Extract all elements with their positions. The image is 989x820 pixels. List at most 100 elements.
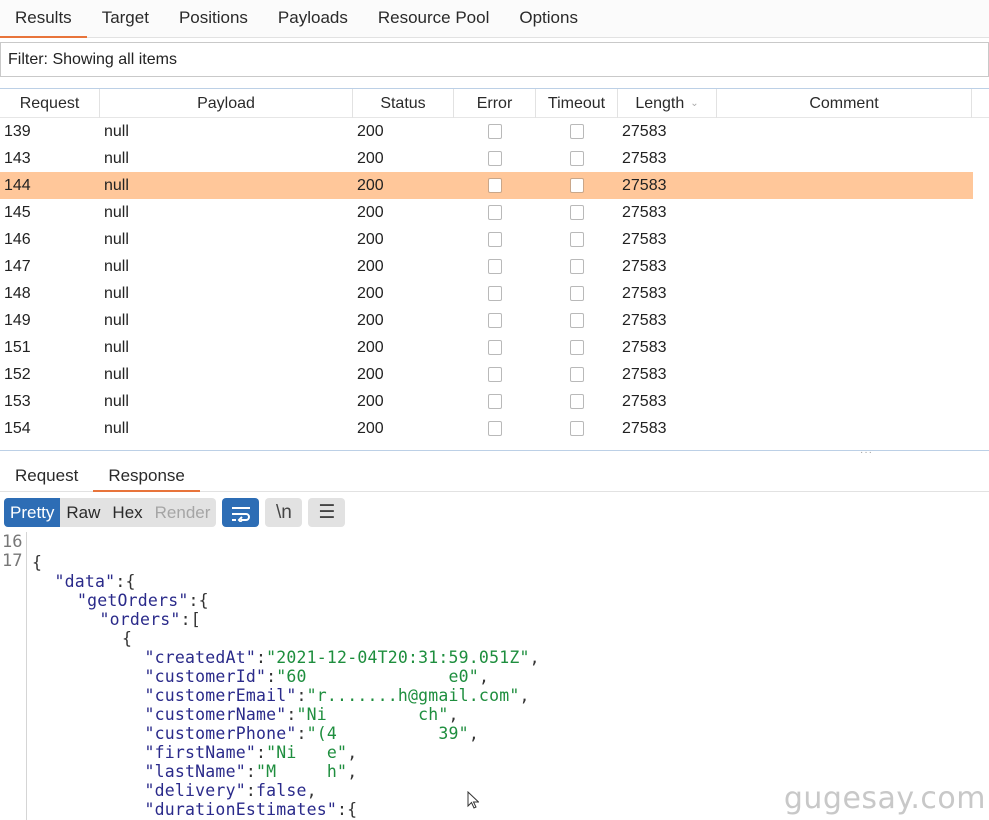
tab-results[interactable]: Results [0, 0, 87, 38]
comment-cell[interactable] [717, 307, 972, 334]
length-cell: 27583 [622, 365, 667, 383]
comment-cell[interactable] [717, 145, 972, 172]
word-wrap-button[interactable] [222, 498, 260, 527]
table-row[interactable]: 143 null 200 27583 [0, 145, 973, 172]
checkbox-icon [488, 367, 502, 382]
column-header-payload[interactable]: Payload [100, 89, 353, 118]
timeout-checkbox [536, 361, 618, 388]
table-row[interactable]: 152 null 200 27583 [0, 361, 973, 388]
splitter-handle[interactable]: ··· [860, 447, 873, 458]
status-cell: 200 [357, 284, 384, 302]
table-row[interactable]: 148 null 200 27583 [0, 280, 973, 307]
status-cell: 200 [357, 257, 384, 275]
response-editor[interactable]: 16 17 {"data":{"getOrders":{"orders":[{"… [0, 532, 989, 820]
json-tail: , [347, 743, 358, 762]
newline-toggle-button[interactable]: \n [265, 498, 303, 527]
tab-target[interactable]: Target [87, 0, 164, 37]
table-row[interactable]: 151 null 200 27583 [0, 334, 973, 361]
json-sep: : [245, 762, 256, 781]
table-row[interactable]: 144 null 200 27583 [0, 172, 973, 199]
pane-divider[interactable] [0, 450, 989, 451]
comment-cell[interactable] [717, 172, 972, 199]
payload-cell: null [104, 122, 129, 140]
render-button[interactable]: Render [149, 498, 217, 527]
error-checkbox [454, 172, 536, 199]
table-row[interactable]: 147 null 200 27583 [0, 253, 973, 280]
comment-cell[interactable] [717, 361, 972, 388]
checkbox-icon [488, 286, 502, 301]
table-row[interactable]: 153 null 200 27583 [0, 388, 973, 415]
comment-cell[interactable] [717, 415, 972, 442]
line-number-gutter [0, 532, 27, 820]
status-cell: 200 [357, 311, 384, 329]
payload-cell: null [104, 176, 129, 194]
error-checkbox [454, 388, 536, 415]
json-key: "delivery" [144, 781, 246, 800]
json-sep: : [245, 781, 256, 800]
json-sep: : [266, 667, 277, 686]
comment-cell[interactable] [717, 280, 972, 307]
length-cell: 27583 [622, 419, 667, 437]
line-number: 16 [2, 532, 23, 552]
raw-button[interactable]: Raw [60, 498, 106, 527]
payload-cell: null [104, 230, 129, 248]
column-header-timeout[interactable]: Timeout [536, 89, 618, 118]
table-row[interactable]: 149 null 200 27583 [0, 307, 973, 334]
timeout-checkbox [536, 145, 618, 172]
code-line: { [32, 553, 42, 572]
timeout-checkbox [536, 172, 618, 199]
json-key: "customerEmail" [144, 686, 297, 705]
length-cell: 27583 [622, 338, 667, 356]
request-cell: 153 [4, 392, 31, 410]
comment-cell[interactable] [717, 334, 972, 361]
column-header-request[interactable]: Request [0, 89, 100, 118]
column-header-length[interactable]: Length ⌄ [618, 89, 717, 118]
table-row[interactable]: 146 null 200 27583 [0, 226, 973, 253]
json-sep: : [286, 705, 297, 724]
column-header-status[interactable]: Status [353, 89, 454, 118]
json-tail: , [529, 648, 540, 667]
table-row[interactable]: 154 null 200 27583 [0, 415, 973, 442]
tab-resource-pool[interactable]: Resource Pool [363, 0, 505, 37]
column-header-comment[interactable]: Comment [717, 89, 972, 118]
tab-label: Payloads [277, 8, 348, 27]
comment-cell[interactable] [717, 118, 972, 145]
checkbox-icon [488, 151, 502, 166]
tab-payloads[interactable]: Payloads [263, 0, 363, 37]
code-line: "getOrders":{ [77, 591, 209, 610]
comment-cell[interactable] [717, 226, 972, 253]
filter-bar[interactable]: Filter: Showing all items [0, 42, 989, 77]
checkbox-icon [570, 394, 584, 409]
table-row[interactable]: 139 null 200 27583 [0, 118, 973, 145]
comment-cell[interactable] [717, 388, 972, 415]
tab-positions[interactable]: Positions [164, 0, 263, 37]
comment-cell[interactable] [717, 199, 972, 226]
tab-request[interactable]: Request [0, 460, 93, 491]
column-header-error[interactable]: Error [454, 89, 536, 118]
payload-cell: null [104, 284, 129, 302]
code-line: { [122, 629, 132, 648]
hamburger-menu-icon: ☰ [318, 502, 336, 523]
tab-response[interactable]: Response [93, 460, 200, 492]
checkbox-icon [488, 232, 502, 247]
payload-cell: null [104, 203, 129, 221]
json-value: "(4 39" [306, 724, 469, 743]
request-cell: 154 [4, 419, 31, 437]
results-table: Request Payload Status Error Timeout Len… [0, 88, 989, 451]
json-sep: { [122, 629, 133, 648]
table-row[interactable]: 145 null 200 27583 [0, 199, 973, 226]
options-menu-button[interactable]: ☰ [308, 498, 346, 527]
request-cell: 149 [4, 311, 31, 329]
pretty-button[interactable]: Pretty [4, 498, 61, 527]
payload-cell: null [104, 392, 129, 410]
checkbox-icon [488, 313, 502, 328]
request-cell: 144 [4, 176, 31, 194]
table-header: Request Payload Status Error Timeout Len… [0, 89, 989, 118]
comment-cell[interactable] [717, 253, 972, 280]
hex-button[interactable]: Hex [106, 498, 148, 527]
json-tail: , [468, 724, 479, 743]
tab-options[interactable]: Options [504, 0, 593, 37]
request-cell: 143 [4, 149, 31, 167]
code-line: "data":{ [55, 572, 136, 591]
payload-cell: null [104, 311, 129, 329]
